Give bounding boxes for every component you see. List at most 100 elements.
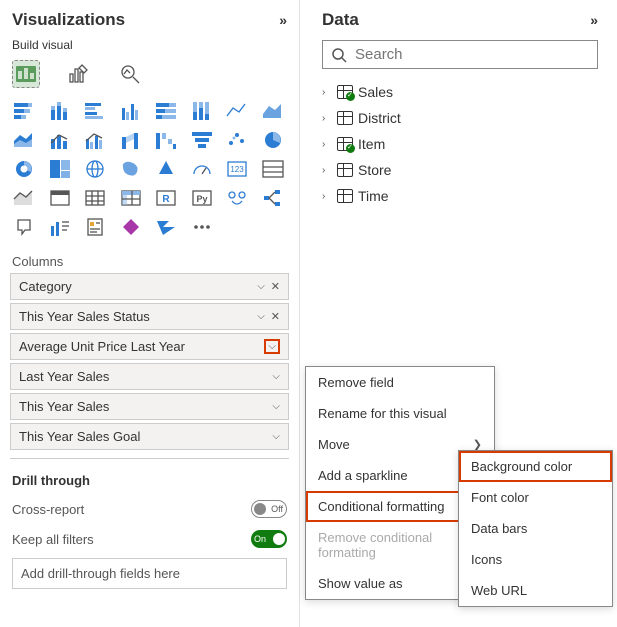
expand-icon[interactable]: › <box>322 113 332 124</box>
chevron-down-icon[interactable]: ⌵ <box>272 371 280 382</box>
table-item[interactable]: ›Store <box>322 157 598 183</box>
field-row[interactable]: This Year Sales Goal⌵ <box>10 423 289 450</box>
drill-through-placeholder[interactable]: Add drill-through fields here <box>12 558 287 589</box>
table-item[interactable]: ›Time <box>322 183 598 209</box>
viz-filled-map-icon[interactable] <box>117 156 145 182</box>
cross-report-label: Cross-report <box>12 502 84 517</box>
menu-item-label: Background color <box>471 459 572 474</box>
table-icon <box>337 85 353 99</box>
viz-ribbon-icon[interactable] <box>117 127 145 153</box>
viz-r-visual-icon[interactable]: R <box>152 185 180 211</box>
menu-item-label: Rename for this visual <box>318 406 447 421</box>
table-icon <box>337 163 353 177</box>
build-visual-tab[interactable] <box>12 60 40 88</box>
menu-item-label: Show value as <box>318 576 403 591</box>
viz-smart-narrative-icon[interactable] <box>46 214 74 240</box>
columns-field-well: Category⌵✕This Year Sales Status⌵✕Averag… <box>0 273 299 450</box>
viz-treemap-icon[interactable] <box>46 156 74 182</box>
chevron-down-icon[interactable]: ⌵ <box>257 311 265 322</box>
viz-clustered-bar-icon[interactable] <box>81 98 109 124</box>
viz-clustered-column-icon[interactable] <box>117 98 145 124</box>
format-visual-tab[interactable] <box>64 60 92 88</box>
menu-item[interactable]: Icons <box>459 544 612 575</box>
menu-item[interactable]: Web URL <box>459 575 612 606</box>
expand-icon[interactable]: › <box>322 139 332 150</box>
field-row[interactable]: This Year Sales⌵ <box>10 393 289 420</box>
viz-line-stacked-column-icon[interactable] <box>46 127 74 153</box>
menu-item[interactable]: Data bars <box>459 513 612 544</box>
remove-field-icon[interactable]: ✕ <box>271 280 280 293</box>
visualizations-header: Visualizations » <box>0 4 299 36</box>
viz-decomposition-tree-icon[interactable] <box>259 185 287 211</box>
field-row[interactable]: Last Year Sales⌵ <box>10 363 289 390</box>
viz-key-influencers-icon[interactable] <box>223 185 251 211</box>
viz-stacked-area-icon[interactable] <box>10 127 38 153</box>
search-icon <box>331 47 347 63</box>
viz-stacked-column-icon[interactable] <box>46 98 74 124</box>
collapse-icon[interactable]: » <box>590 12 598 28</box>
menu-item[interactable]: Remove field <box>306 367 494 398</box>
viz-funnel-icon[interactable] <box>188 127 216 153</box>
menu-item[interactable]: Font color <box>459 482 612 513</box>
search-box[interactable] <box>322 40 598 69</box>
field-row[interactable]: This Year Sales Status ⌵ ✕ <box>10 303 289 330</box>
chevron-down-icon[interactable]: ⌵ <box>272 431 280 442</box>
field-label: This Year Sales Status <box>19 309 150 324</box>
viz-card-icon[interactable]: 123 <box>223 156 251 182</box>
chevron-down-icon[interactable]: ⌵ <box>264 339 280 354</box>
viz-table-icon[interactable] <box>81 185 109 211</box>
expand-icon[interactable]: › <box>322 87 332 98</box>
keep-all-filters-toggle[interactable]: On <box>251 530 287 548</box>
viz-paginated-report-icon[interactable] <box>81 214 109 240</box>
drill-through-section: Drill through Cross-report Off Keep all … <box>0 467 299 589</box>
viz-stacked-bar-icon[interactable] <box>10 98 38 124</box>
table-icon <box>337 111 353 125</box>
table-icon <box>337 137 353 151</box>
viz-kpi-icon[interactable] <box>10 185 38 211</box>
table-item[interactable]: › District <box>322 105 598 131</box>
viz-more-icon[interactable] <box>188 214 216 240</box>
viz-100-stacked-bar-icon[interactable] <box>152 98 180 124</box>
viz-azure-map-icon[interactable] <box>152 156 180 182</box>
table-name: District <box>358 110 401 126</box>
menu-item-label: Web URL <box>471 583 527 598</box>
menu-item-label: Move <box>318 437 350 452</box>
viz-py-visual-icon[interactable]: Py <box>188 185 216 211</box>
viz-donut-icon[interactable] <box>10 156 38 182</box>
viz-line-icon[interactable] <box>223 98 251 124</box>
menu-item-label: Conditional formatting <box>318 499 444 514</box>
viz-line-clustered-column-icon[interactable] <box>81 127 109 153</box>
menu-item[interactable]: Rename for this visual <box>306 398 494 429</box>
panel-title: Visualizations <box>12 10 125 30</box>
analytics-tab[interactable] <box>116 60 144 88</box>
viz-pie-icon[interactable] <box>259 127 287 153</box>
field-row[interactable]: Category⌵✕ <box>10 273 289 300</box>
table-item[interactable]: ›Item <box>322 131 598 157</box>
viz-power-apps-icon[interactable] <box>117 214 145 240</box>
expand-icon[interactable]: › <box>322 165 332 176</box>
viz-scatter-icon[interactable] <box>223 127 251 153</box>
viz-slicer-icon[interactable] <box>46 185 74 211</box>
expand-icon[interactable]: › <box>322 191 332 202</box>
build-tabs <box>0 60 299 96</box>
viz-waterfall-icon[interactable] <box>152 127 180 153</box>
table-item[interactable]: ›Sales <box>322 79 598 105</box>
viz-area-icon[interactable] <box>259 98 287 124</box>
columns-section-label: Columns <box>0 246 299 273</box>
chevron-down-icon[interactable]: ⌵ <box>272 401 280 412</box>
field-label: Average Unit Price Last Year <box>19 339 185 354</box>
viz-matrix-icon[interactable] <box>117 185 145 211</box>
viz-gauge-icon[interactable] <box>188 156 216 182</box>
viz-power-automate-icon[interactable] <box>152 214 180 240</box>
viz-map-icon[interactable] <box>81 156 109 182</box>
field-row[interactable]: Average Unit Price Last Year ⌵ <box>10 333 289 360</box>
remove-field-icon[interactable]: ✕ <box>271 310 280 323</box>
viz-multi-row-card-icon[interactable] <box>259 156 287 182</box>
menu-item[interactable]: Background color <box>459 451 612 482</box>
search-input[interactable] <box>355 46 589 63</box>
collapse-icon[interactable]: » <box>279 12 287 28</box>
viz-qa-icon[interactable] <box>10 214 38 240</box>
chevron-down-icon[interactable]: ⌵ <box>257 281 265 292</box>
cross-report-toggle[interactable]: Off <box>251 500 287 518</box>
viz-100-stacked-column-icon[interactable] <box>188 98 216 124</box>
